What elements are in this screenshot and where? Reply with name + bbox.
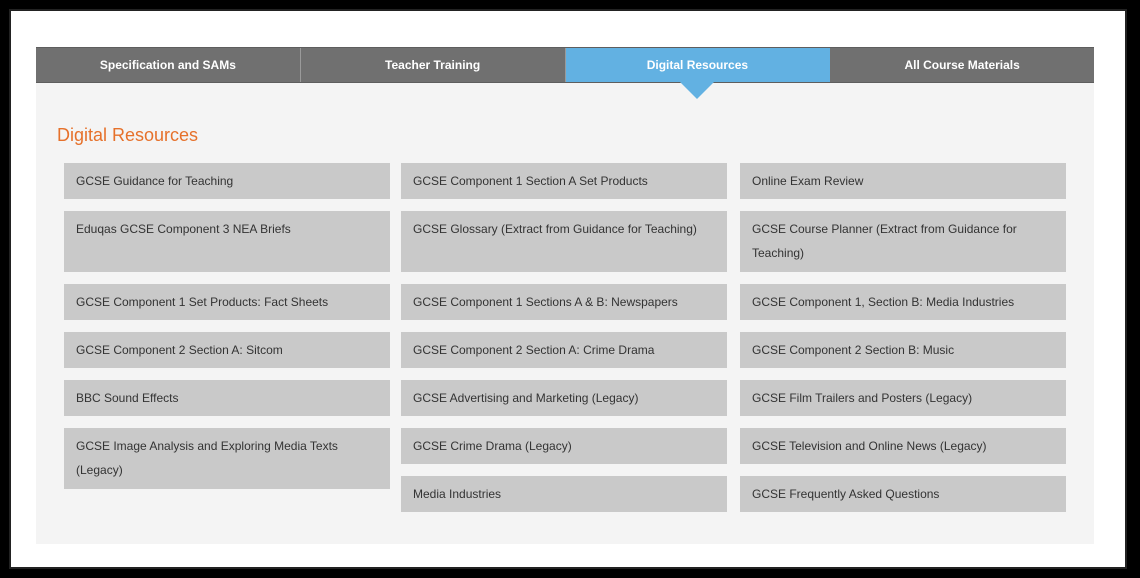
tab-label: Digital Resources: [646, 58, 749, 72]
resource-link[interactable]: GCSE Component 2 Section B: Music: [740, 332, 1066, 368]
resource-link[interactable]: GCSE Glossary (Extract from Guidance for…: [401, 211, 727, 272]
resource-link[interactable]: GCSE Guidance for Teaching: [64, 163, 390, 199]
resource-link[interactable]: GCSE Frequently Asked Questions: [740, 476, 1066, 512]
page-frame: Specification and SAMs Teacher Training …: [9, 9, 1127, 569]
resource-link[interactable]: GCSE Film Trailers and Posters (Legacy): [740, 380, 1066, 416]
resource-link[interactable]: GCSE Television and Online News (Legacy): [740, 428, 1066, 464]
tab-all-course-materials[interactable]: All Course Materials: [830, 48, 1094, 82]
resource-column-2: GCSE Component 1 Section A Set Products …: [401, 163, 727, 524]
resource-link[interactable]: Media Industries: [401, 476, 727, 512]
resource-link[interactable]: GCSE Component 1 Set Products: Fact Shee…: [64, 284, 390, 320]
resource-link[interactable]: GCSE Image Analysis and Exploring Media …: [64, 428, 390, 489]
resource-link[interactable]: BBC Sound Effects: [64, 380, 390, 416]
resources-panel: Specification and SAMs Teacher Training …: [36, 47, 1094, 544]
resource-link[interactable]: Eduqas GCSE Component 3 NEA Briefs: [64, 211, 390, 272]
resource-link[interactable]: GCSE Crime Drama (Legacy): [401, 428, 727, 464]
resource-link[interactable]: GCSE Component 2 Section A: Sitcom: [64, 332, 390, 368]
active-tab-pointer: [680, 82, 715, 99]
resource-link[interactable]: GCSE Component 2 Section A: Crime Drama: [401, 332, 727, 368]
resource-link[interactable]: GCSE Component 1 Sections A & B: Newspap…: [401, 284, 727, 320]
tab-digital-resources[interactable]: Digital Resources: [565, 48, 831, 99]
tab-specification-and-sams[interactable]: Specification and SAMs: [36, 48, 301, 82]
resource-column-3: Online Exam Review GCSE Course Planner (…: [740, 163, 1066, 524]
tab-bar: Specification and SAMs Teacher Training …: [36, 47, 1094, 99]
resource-link[interactable]: GCSE Advertising and Marketing (Legacy): [401, 380, 727, 416]
resource-link[interactable]: GCSE Component 1 Section A Set Products: [401, 163, 727, 199]
resource-column-1: GCSE Guidance for Teaching Eduqas GCSE C…: [64, 163, 390, 501]
section-title: Digital Resources: [57, 125, 199, 145]
resource-link[interactable]: Online Exam Review: [740, 163, 1066, 199]
resource-link[interactable]: GCSE Component 1, Section B: Media Indus…: [740, 284, 1066, 320]
tab-teacher-training[interactable]: Teacher Training: [300, 48, 566, 82]
resource-link[interactable]: GCSE Course Planner (Extract from Guidan…: [740, 211, 1066, 272]
